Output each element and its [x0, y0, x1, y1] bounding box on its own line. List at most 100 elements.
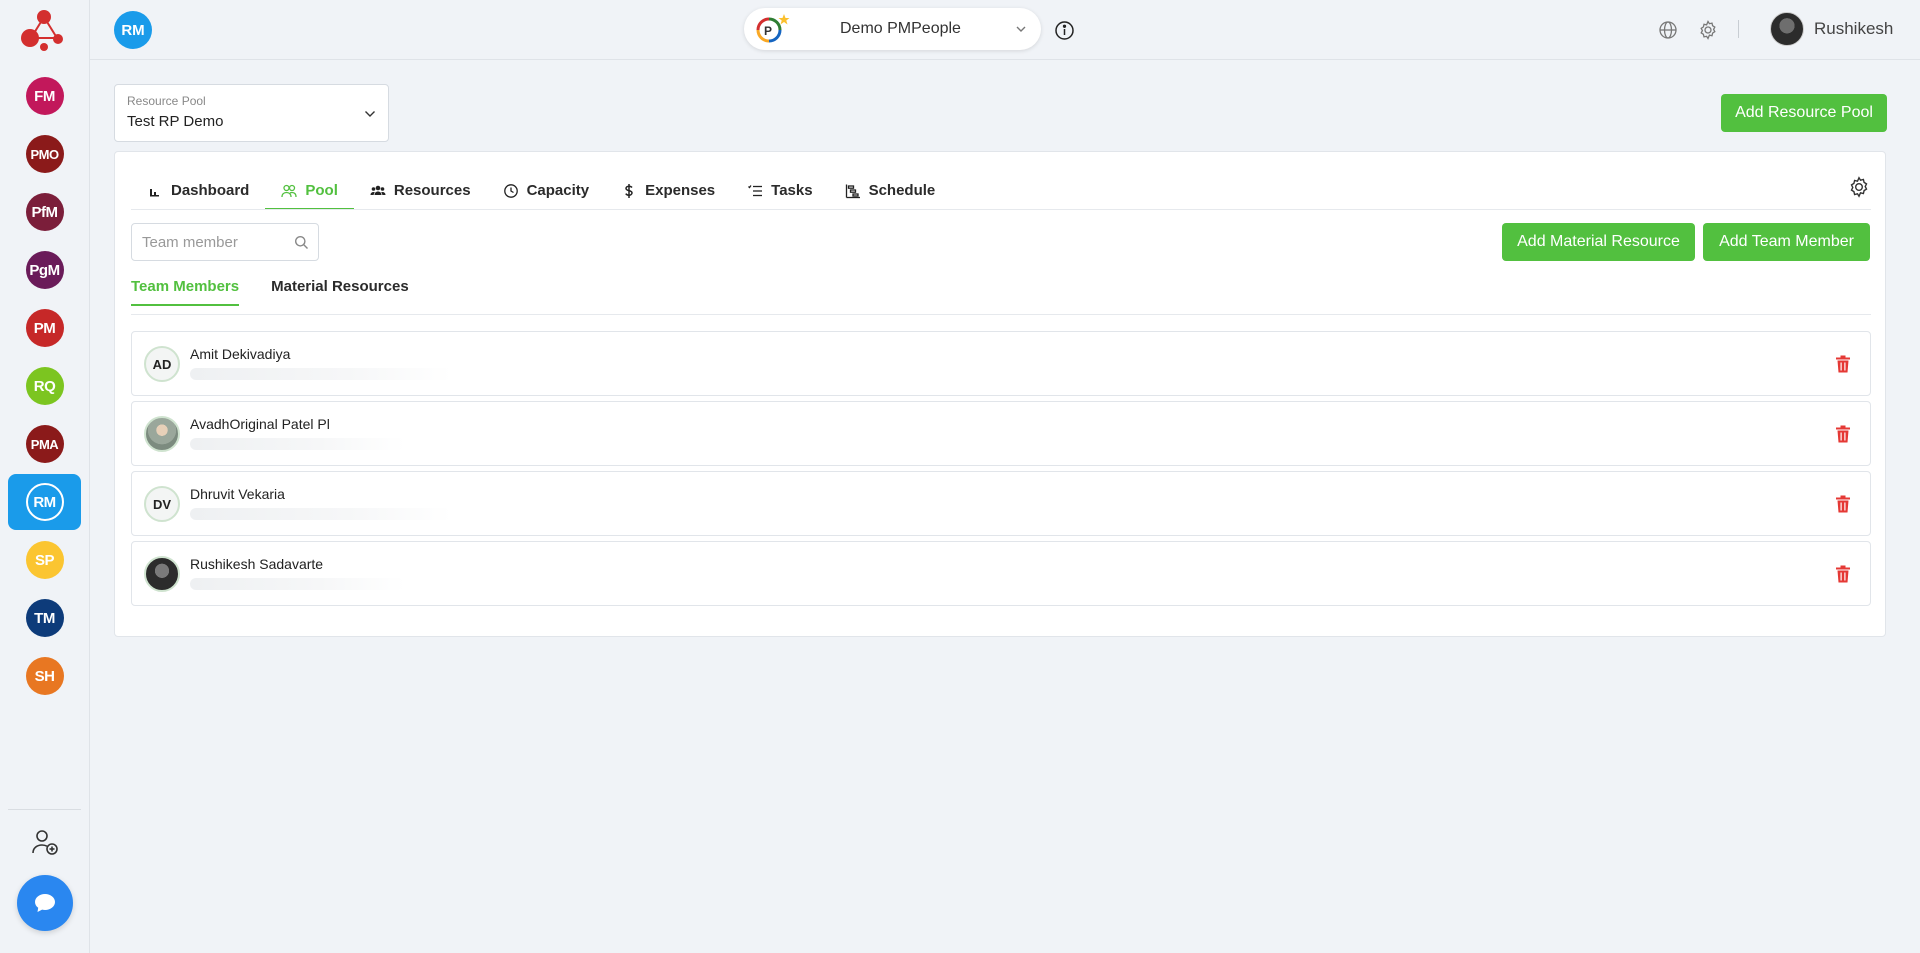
trash-icon[interactable] [1833, 424, 1853, 444]
tab-label: Expenses [645, 182, 716, 199]
chat-button[interactable] [17, 875, 73, 931]
avatar [144, 416, 180, 452]
member-name: AvadhOriginal Patel Pl [190, 416, 330, 432]
module-badge-sh: SH [25, 657, 64, 695]
resource-pool-value: Test RP Demo [127, 113, 224, 130]
group-icon [370, 185, 386, 195]
trash-icon[interactable] [1833, 564, 1853, 584]
team-member-search [131, 223, 319, 261]
tab-tasks[interactable]: Tasks [731, 172, 828, 209]
module-badge-pma: PMA [25, 425, 64, 463]
tab-capacity[interactable]: Capacity [487, 172, 606, 209]
workspace-logo-icon: P [756, 14, 790, 43]
avatar [144, 556, 180, 592]
team-member-list: AD Amit Dekivadiya AvadhOriginal Patel P… [131, 331, 1871, 611]
tab-label: Schedule [868, 182, 936, 199]
workspace-selector[interactable]: P Demo PMPeople [744, 8, 1041, 50]
member-detail-redacted [190, 578, 405, 590]
gantt-icon [845, 184, 860, 198]
tab-label: Resources [393, 182, 471, 199]
module-badge-rm: RM [25, 483, 64, 521]
list-item[interactable]: AvadhOriginal Patel Pl [131, 401, 1871, 466]
list-item[interactable]: Rushikesh Sadavarte [131, 541, 1871, 606]
sidebar: FM PMO PfM PgM PM RQ PMA RM SP TM SH [0, 0, 90, 953]
trash-icon[interactable] [1833, 494, 1853, 514]
resource-pool-select[interactable]: Resource Pool Test RP Demo [114, 84, 389, 142]
module-badge-fm: FM [25, 77, 64, 115]
sidebar-item-pmo[interactable]: PMO [8, 126, 81, 182]
member-name: Amit Dekivadiya [190, 346, 291, 362]
sidebar-item-sh[interactable]: SH [8, 648, 81, 704]
sidebar-item-rm[interactable]: RM [8, 474, 81, 530]
list-item[interactable]: AD Amit Dekivadiya [131, 331, 1871, 396]
module-badge-pmo: PMO [25, 135, 64, 173]
sidebar-item-fm[interactable]: FM [8, 68, 81, 124]
pool-tabs: Dashboard Pool Resources Capacity Expens… [131, 172, 952, 210]
user-menu[interactable]: Rushikesh [1770, 12, 1893, 46]
subtab-material-resources[interactable]: Material Resources [271, 272, 409, 306]
current-module-badge[interactable]: RM [114, 11, 152, 49]
avatar: DV [144, 486, 180, 522]
add-material-resource-button[interactable]: Add Material Resource [1502, 223, 1695, 261]
tab-label: Tasks [771, 182, 813, 199]
list-item[interactable]: DV Dhruvit Vekaria [131, 471, 1871, 536]
list-icon [748, 184, 763, 196]
workspace-name: Demo PMPeople [840, 20, 961, 37]
chevron-down-icon [1016, 26, 1026, 32]
module-badge-rq: RQ [25, 367, 64, 405]
member-detail-redacted [190, 368, 452, 380]
module-badge-pgm: PgM [25, 251, 64, 289]
module-badge-sp: SP [25, 541, 64, 579]
member-name: Dhruvit Vekaria [190, 486, 285, 502]
tab-label: Dashboard [171, 182, 250, 199]
sidebar-item-pfm[interactable]: PfM [8, 184, 81, 240]
app-logo-icon[interactable] [19, 5, 69, 55]
module-badge-pm: PM [25, 309, 64, 347]
tab-pool[interactable]: Pool [265, 172, 354, 210]
tab-dashboard[interactable]: Dashboard [131, 172, 265, 209]
sidebar-item-rq[interactable]: RQ [8, 358, 81, 414]
sidebar-item-pma[interactable]: PMA [8, 416, 81, 472]
chevron-down-icon [365, 111, 375, 117]
add-user-icon[interactable] [30, 827, 60, 857]
clock-icon [503, 183, 518, 198]
search-icon[interactable] [294, 235, 309, 250]
svg-text:P: P [764, 24, 772, 38]
tab-label: Capacity [526, 182, 590, 199]
chat-bubble-icon [35, 894, 55, 912]
sidebar-item-tm[interactable]: TM [8, 590, 81, 646]
globe-icon[interactable] [1658, 20, 1678, 40]
user-name: Rushikesh [1814, 19, 1894, 38]
info-icon[interactable] [1054, 20, 1075, 41]
avatar: AD [144, 346, 180, 382]
member-name: Rushikesh Sadavarte [190, 556, 324, 572]
sidebar-item-pm[interactable]: PM [8, 300, 81, 356]
add-resource-pool-button[interactable]: Add Resource Pool [1721, 94, 1887, 132]
tab-resources[interactable]: Resources [354, 172, 487, 209]
member-detail-redacted [190, 508, 452, 520]
top-bar: RM P Demo PMPeople Rushikesh [90, 0, 1920, 60]
sidebar-divider [8, 809, 81, 810]
tab-schedule[interactable]: Schedule [829, 172, 952, 209]
subtabs-divider [131, 314, 1871, 315]
tab-expenses[interactable]: Expenses [605, 172, 731, 209]
sidebar-item-pgm[interactable]: PgM [8, 242, 81, 298]
member-type-tabs: Team Members Material Resources [131, 272, 409, 306]
dollar-icon [625, 183, 633, 198]
tab-label: Pool [305, 182, 338, 199]
people-icon [281, 184, 298, 197]
module-badge-tm: TM [25, 599, 64, 637]
module-badge-pfm: PfM [25, 193, 64, 231]
sidebar-item-sp[interactable]: SP [8, 532, 81, 588]
settings-gear-icon[interactable] [1698, 20, 1718, 40]
header-separator [1738, 20, 1739, 38]
resource-pool-card: Dashboard Pool Resources Capacity Expens… [114, 151, 1886, 637]
subtab-team-members[interactable]: Team Members [131, 272, 240, 306]
search-input[interactable] [142, 232, 282, 252]
add-team-member-button[interactable]: Add Team Member [1703, 223, 1870, 261]
member-detail-redacted [190, 438, 405, 450]
settings-gear-icon[interactable] [1848, 176, 1870, 198]
trash-icon[interactable] [1833, 354, 1853, 374]
user-avatar [1770, 12, 1804, 46]
resource-pool-label: Resource Pool [127, 94, 206, 108]
